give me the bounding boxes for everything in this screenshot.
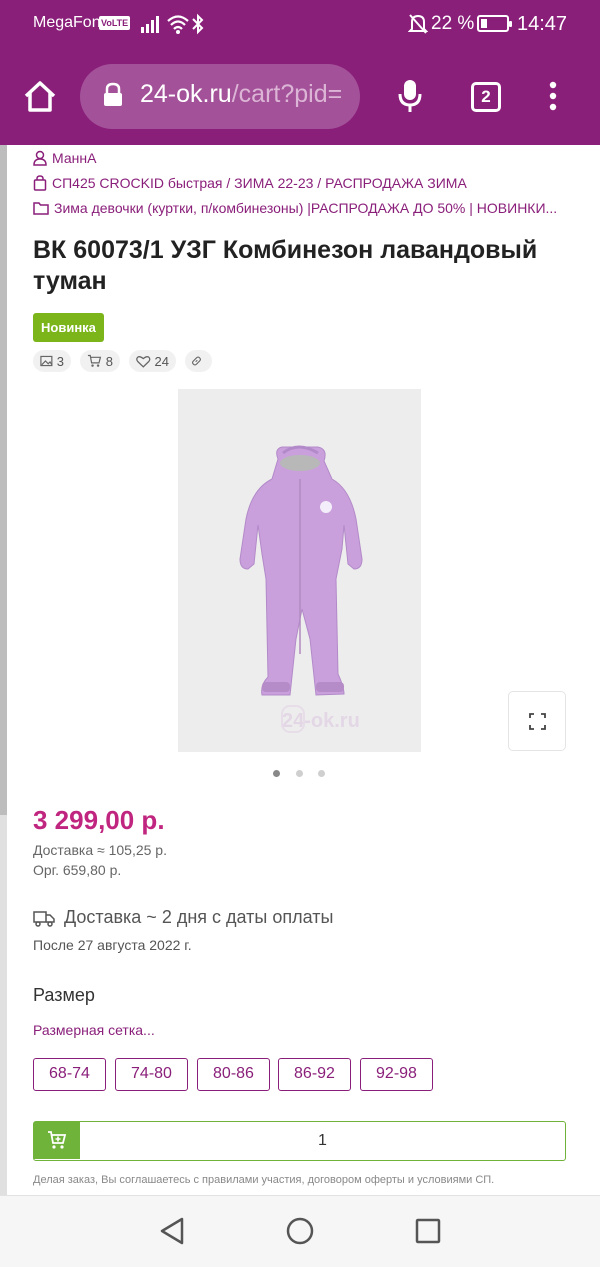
home-icon[interactable] — [22, 78, 58, 114]
image-icon — [40, 355, 53, 367]
breadcrumb-category-label: Зима девочки (куртки, п/комбинезоны) |РА… — [54, 200, 558, 216]
back-icon[interactable] — [158, 1216, 186, 1246]
home-nav-icon[interactable] — [285, 1216, 315, 1246]
heart-icon — [136, 355, 151, 368]
delivery-info: Доставка ~ 2 дня с даты оплаты — [33, 907, 333, 928]
truck-icon — [33, 910, 55, 927]
bell-muted-icon — [408, 14, 428, 34]
breadcrumb-user[interactable]: МаннА — [33, 150, 96, 166]
photos-count-value: 3 — [56, 353, 64, 369]
signal-icon — [141, 16, 159, 33]
size-option[interactable]: 92-98 — [360, 1058, 433, 1091]
carousel-dot-3[interactable] — [318, 770, 325, 777]
bag-icon — [33, 175, 47, 191]
battery-percent: 22 % — [431, 13, 475, 34]
size-option[interactable]: 74-80 — [115, 1058, 188, 1091]
breadcrumb-user-label: МаннА — [52, 150, 97, 166]
delivery-date: После 27 августа 2022 г. — [33, 937, 192, 953]
clock: 14:47 — [517, 13, 568, 35]
likes-count[interactable]: 24 — [129, 350, 176, 372]
org-fee: Орг. 659,80 р. — [33, 862, 122, 878]
link-icon — [192, 356, 201, 366]
breadcrumb-purchase[interactable]: СП425 CROCKID быстрая / ЗИМА 22-23 / РАС… — [33, 175, 467, 191]
size-option[interactable]: 68-74 — [33, 1058, 106, 1091]
bluetooth-icon — [192, 13, 204, 35]
size-option[interactable]: 80-86 — [197, 1058, 270, 1091]
breadcrumb-category[interactable]: Зима девочки (куртки, п/комбинезоны) |РА… — [33, 200, 557, 216]
page-content: МаннА СП425 CROCKID быстрая / ЗИМА 22-23… — [0, 145, 600, 1195]
more-menu-icon[interactable] — [545, 81, 561, 113]
wifi-icon — [167, 15, 189, 34]
product-title: ВК 60073/1 УЗГ Комбинезон лавандовый тум… — [33, 236, 538, 295]
share-link-button[interactable] — [185, 350, 212, 372]
photos-count: 3 — [33, 350, 71, 372]
size-option[interactable]: 86-92 — [278, 1058, 351, 1091]
recents-icon[interactable] — [414, 1216, 442, 1246]
tab-switcher-button[interactable]: 2 — [471, 82, 501, 112]
delivery-cost: Доставка ≈ 105,25 р. — [33, 842, 167, 858]
microphone-icon[interactable] — [398, 78, 422, 114]
add-to-cart: 1 — [33, 1121, 566, 1161]
watermark-text: 24-ok.ru — [282, 710, 360, 732]
cart-count-value: 8 — [105, 353, 113, 369]
volte-badge: VoLTE — [99, 16, 131, 30]
carousel-dot-2[interactable] — [296, 770, 303, 777]
breadcrumb-purchase-label: СП425 CROCKID быстрая / ЗИМА 22-23 / РАС… — [52, 175, 467, 191]
cart-icon — [87, 354, 102, 367]
delivery-time: Доставка ~ 2 дня с даты оплаты — [64, 907, 334, 927]
product-price: 3 299,00 р. — [33, 805, 165, 835]
expand-icon — [529, 713, 546, 730]
cart-plus-icon — [48, 1131, 67, 1149]
cart-count: 8 — [80, 350, 120, 372]
new-badge: Новинка — [33, 313, 104, 342]
likes-count-value: 24 — [154, 353, 169, 369]
folder-icon — [33, 202, 49, 215]
browser-toolbar: 24-ok.ru/cart?pid= 2 — [0, 50, 600, 145]
add-to-cart-button[interactable] — [34, 1122, 80, 1159]
status-bar: MegaFon VoLTE 22 % 14:47 — [0, 0, 600, 50]
battery-icon — [477, 15, 512, 32]
size-chart-link[interactable]: Размерная сетка... — [33, 1022, 155, 1038]
terms-text: Делая заказ, Вы соглашаетесь с правилами… — [33, 1174, 495, 1186]
scroll-indicator — [0, 145, 7, 1195]
quantity-input[interactable]: 1 — [80, 1122, 565, 1159]
url-text[interactable]: 24-ok.ru/cart?pid= — [140, 80, 350, 109]
url-domain: 24-ok.ru — [140, 80, 232, 108]
carousel-dot-1[interactable] — [273, 770, 280, 777]
size-label: Размер — [33, 985, 95, 1005]
fullscreen-button[interactable] — [508, 691, 566, 751]
carrier-name: MegaFon — [33, 14, 101, 31]
jumpsuit-illustration: 24-ok.ru — [239, 445, 363, 733]
system-nav-bar — [0, 1195, 600, 1267]
product-photo[interactable]: 24-ok.ru — [178, 389, 421, 752]
user-icon — [33, 150, 47, 166]
lock-icon — [104, 82, 122, 106]
url-path: /cart?pid= — [231, 80, 343, 108]
